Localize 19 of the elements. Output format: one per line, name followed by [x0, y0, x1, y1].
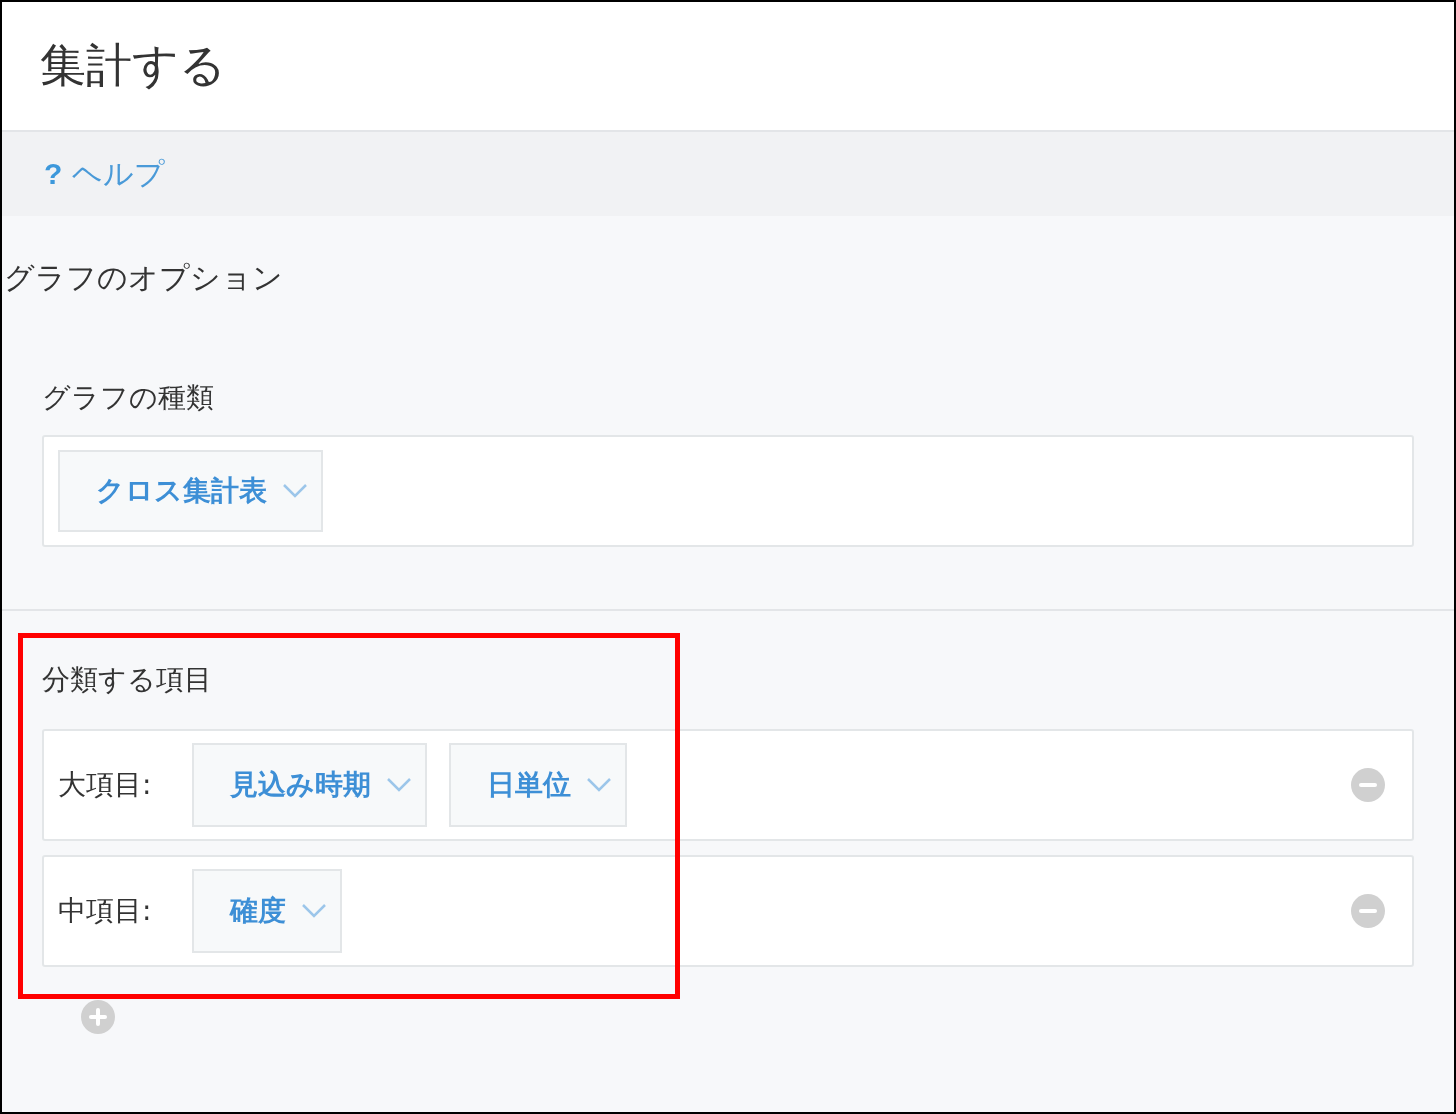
- remove-icon[interactable]: [1350, 767, 1386, 803]
- help-icon: ?: [44, 157, 63, 191]
- chevron-down-icon: [281, 482, 309, 500]
- chevron-down-icon: [385, 776, 413, 794]
- field-dropdown[interactable]: 確度: [192, 869, 342, 953]
- help-link[interactable]: ? ヘルプ: [44, 153, 166, 195]
- row-label: 大項目:: [58, 767, 153, 803]
- field-dropdown[interactable]: 日単位: [449, 743, 627, 827]
- chart-type-dropdown[interactable]: クロス集計表: [58, 450, 323, 532]
- page-title: 集計する: [40, 37, 226, 94]
- remove-icon[interactable]: [1350, 893, 1386, 929]
- chevron-down-icon: [585, 776, 613, 794]
- add-icon[interactable]: [80, 999, 116, 1035]
- field-label: グラフの種類: [42, 380, 215, 416]
- section-title: グラフのオプション: [4, 259, 284, 297]
- field-dropdown[interactable]: 見込み時期: [192, 743, 427, 827]
- row-label: 中項目:: [58, 893, 153, 929]
- field-label: 分類する項目: [42, 662, 213, 698]
- chevron-down-icon: [300, 902, 328, 920]
